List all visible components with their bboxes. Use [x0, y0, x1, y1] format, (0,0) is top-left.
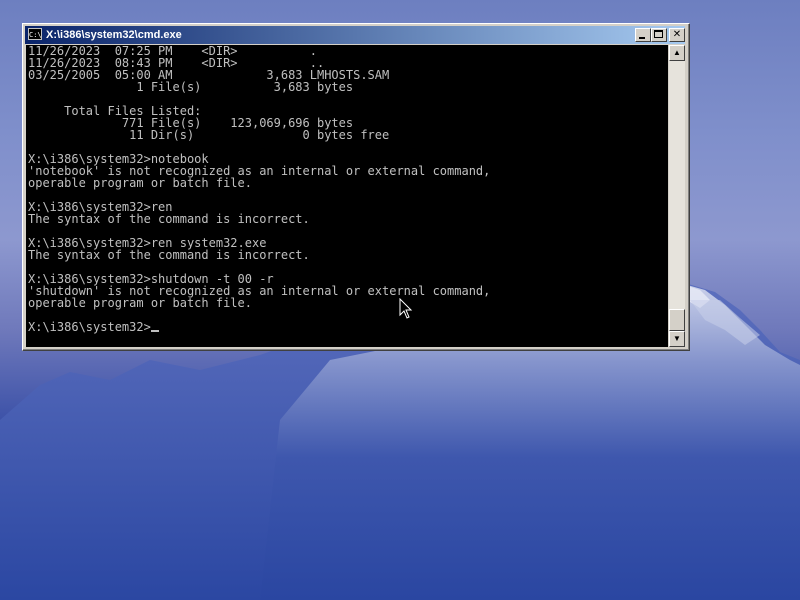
- console-line: operable program or batch file.: [28, 296, 252, 310]
- console-line: 1 File(s) 3,683 bytes: [28, 80, 354, 94]
- console-line: 11 Dir(s) 0 bytes free: [28, 128, 390, 142]
- vertical-scrollbar[interactable]: ▲ ▼: [669, 45, 685, 347]
- arrow-up-icon: ▲: [673, 48, 681, 57]
- title-bar[interactable]: C:\ X:\i386\system32\cmd.exe ✕: [25, 26, 685, 44]
- text-caret: [150, 330, 159, 332]
- maximize-icon: [654, 30, 663, 38]
- scroll-down-button[interactable]: ▼: [669, 331, 685, 347]
- cmd-app-icon[interactable]: C:\: [28, 28, 42, 40]
- mouse-pointer-icon: [399, 298, 413, 319]
- console-line: The syntax of the command is incorrect.: [28, 212, 310, 226]
- window-title: X:\i386\system32\cmd.exe: [46, 29, 182, 41]
- minimize-button[interactable]: [635, 28, 651, 42]
- console-line: The syntax of the command is incorrect.: [28, 248, 310, 262]
- console-line: operable program or batch file.: [28, 176, 252, 190]
- close-icon: ✕: [672, 29, 682, 40]
- console-output[interactable]: 11/26/2023 07:25 PM <DIR> . 11/26/2023 08…: [26, 45, 668, 347]
- cmd-window[interactable]: C:\ X:\i386\system32\cmd.exe ✕ 11/26/202…: [22, 23, 690, 351]
- arrow-down-icon: ▼: [673, 334, 681, 343]
- scroll-up-button[interactable]: ▲: [669, 45, 685, 61]
- console-text: 11/26/2023 07:25 PM <DIR> . 11/26/2023 08…: [26, 45, 668, 333]
- command-prompt: X:\i386\system32>: [28, 320, 151, 334]
- minimize-icon: [639, 37, 645, 39]
- scroll-thumb[interactable]: [669, 309, 685, 331]
- close-button[interactable]: ✕: [669, 28, 685, 42]
- maximize-button[interactable]: [651, 28, 667, 42]
- command-prompt-line[interactable]: X:\i386\system32>: [28, 321, 668, 333]
